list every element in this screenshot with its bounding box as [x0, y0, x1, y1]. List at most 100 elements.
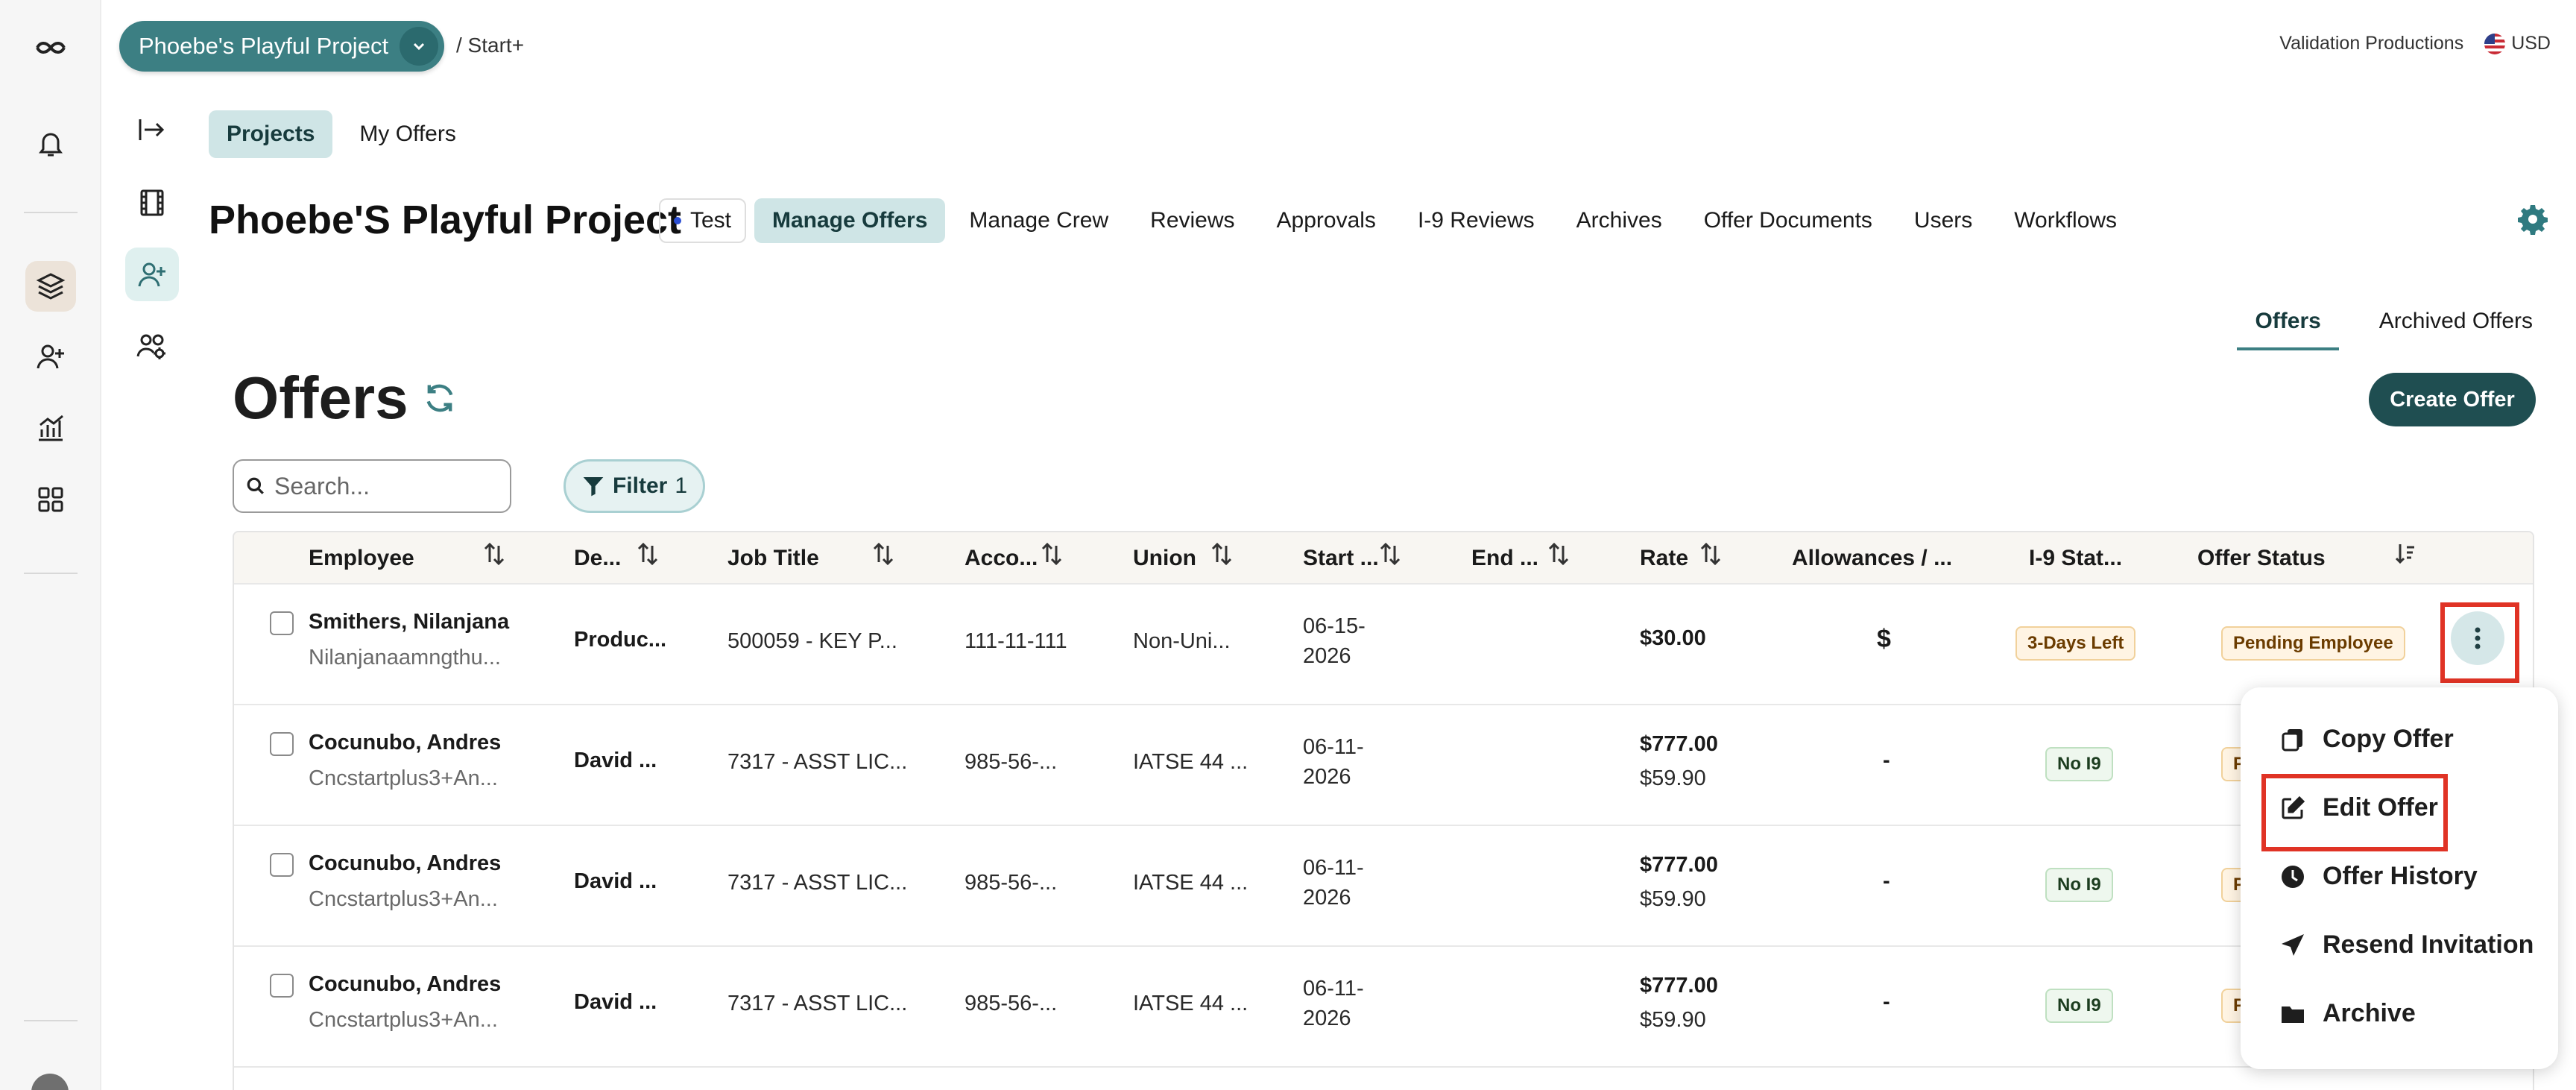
- layers-icon[interactable]: [25, 261, 76, 312]
- sort-icon[interactable]: [1547, 541, 1570, 567]
- menu-item-offer-history[interactable]: Offer History: [2279, 862, 2478, 891]
- nav-users[interactable]: Users: [1896, 198, 1990, 243]
- highlight-box: [2440, 602, 2519, 683]
- avatar[interactable]: [31, 1074, 69, 1090]
- allowance: -: [1883, 869, 1890, 893]
- start-year: 2026: [1303, 1006, 1351, 1030]
- row-checkbox[interactable]: [270, 732, 294, 756]
- rate: $777.00: [1640, 732, 1718, 756]
- project-selector[interactable]: Phoebe's Playful Project: [119, 21, 444, 72]
- allowance: -: [1883, 990, 1890, 1014]
- filter-count: 1: [675, 473, 688, 498]
- start-year: 2026: [1303, 886, 1351, 910]
- project-selector-label: Phoebe's Playful Project: [139, 33, 389, 59]
- employee-email: Cncstartplus3+An...: [309, 887, 498, 911]
- employee-name: Cocunubo, Andres: [309, 731, 502, 755]
- nav-i9-reviews[interactable]: I-9 Reviews: [1400, 198, 1553, 243]
- nav-reviews[interactable]: Reviews: [1132, 198, 1252, 243]
- department: David ...: [574, 990, 657, 1014]
- refresh-icon[interactable]: [422, 380, 458, 416]
- sort-descending-icon[interactable]: [2394, 541, 2416, 567]
- col-end[interactable]: End ...: [1471, 546, 1538, 571]
- col-account[interactable]: Acco...: [965, 546, 1038, 571]
- search-icon: [247, 477, 264, 494]
- col-i9-status[interactable]: I-9 Stat...: [2029, 546, 2122, 571]
- row-checkbox[interactable]: [270, 611, 294, 635]
- i9-status-badge: No I9: [2045, 747, 2113, 781]
- company-name[interactable]: Validation Productions: [2279, 33, 2463, 54]
- col-start[interactable]: Start ...: [1303, 546, 1379, 571]
- sort-icon[interactable]: [483, 541, 505, 567]
- rate-secondary: $59.90: [1640, 766, 1706, 790]
- nav-manage-crew[interactable]: Manage Crew: [951, 198, 1126, 243]
- project-title: Phoebe'S Playful Project: [209, 198, 682, 242]
- breadcrumb[interactable]: / Start+: [456, 34, 524, 57]
- tab-projects[interactable]: Projects: [209, 110, 333, 158]
- account: 985-56-...: [965, 992, 1058, 1015]
- sort-icon[interactable]: [1379, 541, 1401, 567]
- nav-approvals[interactable]: Approvals: [1259, 198, 1394, 243]
- add-user-icon[interactable]: [25, 331, 76, 382]
- col-employee[interactable]: Employee: [309, 546, 414, 571]
- nav-workflows[interactable]: Workflows: [1996, 198, 2135, 243]
- rate: $30.00: [1640, 626, 1706, 650]
- start-date: 06-11-: [1303, 735, 1364, 759]
- tab-archived-offers[interactable]: Archived Offers: [2361, 301, 2551, 350]
- employee-name: Cocunubo, Andres: [309, 851, 502, 875]
- col-rate[interactable]: Rate: [1640, 546, 1688, 571]
- top-tabs: Projects My Offers: [209, 110, 474, 158]
- menu-item-archive[interactable]: Archive: [2279, 999, 2416, 1028]
- menu-item-label: Archive: [2323, 999, 2416, 1027]
- table-row[interactable]: Smithers, Nilanjana Nilanjanaamngthu... …: [234, 585, 2533, 705]
- sort-icon[interactable]: [1210, 541, 1233, 567]
- union: IATSE 44 ...: [1133, 992, 1248, 1015]
- rail-divider: [24, 212, 78, 213]
- filter-button[interactable]: Filter 1: [564, 459, 705, 513]
- union: IATSE 44 ...: [1133, 750, 1248, 774]
- col-allowances[interactable]: Allowances / ...: [1792, 546, 1952, 571]
- row-checkbox[interactable]: [270, 853, 294, 877]
- sort-icon[interactable]: [637, 541, 659, 567]
- menu-item-resend-invitation[interactable]: Resend Invitation: [2279, 930, 2534, 960]
- allowance: $: [1877, 625, 1891, 653]
- environment-badge-label: Test: [690, 208, 732, 233]
- col-department[interactable]: De...: [574, 546, 621, 571]
- col-offer-status[interactable]: Offer Status: [2197, 546, 2326, 571]
- sort-icon[interactable]: [872, 541, 894, 567]
- col-job-title[interactable]: Job Title: [727, 546, 819, 571]
- table-row[interactable]: Cocunubo, Andres Cncstartplus3+An... Dav…: [234, 705, 2533, 826]
- collapse-sidebar-icon[interactable]: [125, 103, 179, 157]
- table-row[interactable]: Cocunubo, Andres Cncstartplus3+An... Dav…: [234, 947, 2533, 1068]
- search-input[interactable]: [274, 472, 498, 500]
- row-checkbox[interactable]: [270, 974, 294, 998]
- send-icon: [2282, 933, 2304, 956]
- tab-offers[interactable]: Offers: [2237, 301, 2339, 350]
- i9-status-badge: No I9: [2045, 868, 2113, 902]
- nav-manage-offers[interactable]: Manage Offers: [754, 198, 946, 243]
- sort-icon[interactable]: [1041, 541, 1063, 567]
- gear-icon[interactable]: [2516, 203, 2549, 236]
- table-header: Employee De... Job Title Acco... Union S…: [234, 532, 2533, 585]
- employee-email: Cncstartplus3+An...: [309, 1008, 498, 1032]
- menu-item-copy-offer[interactable]: Copy Offer: [2279, 725, 2454, 754]
- i9-status-badge: No I9: [2045, 989, 2113, 1023]
- nav-offer-documents[interactable]: Offer Documents: [1686, 198, 1890, 243]
- analytics-icon[interactable]: [25, 403, 76, 453]
- employee-name: Cocunubo, Andres: [309, 972, 502, 996]
- start-date: 06-11-: [1303, 856, 1364, 880]
- bell-icon[interactable]: [25, 118, 76, 168]
- add-crew-icon[interactable]: [125, 248, 179, 301]
- table-row[interactable]: Cocunubo, Andres Cncstartplus3+An... Dav…: [234, 826, 2533, 947]
- logo-icon[interactable]: [25, 21, 76, 72]
- nav-archives[interactable]: Archives: [1559, 198, 1680, 243]
- create-offer-button[interactable]: Create Offer: [2369, 373, 2536, 426]
- team-settings-icon[interactable]: [125, 319, 179, 373]
- search-box[interactable]: [233, 459, 511, 513]
- col-union[interactable]: Union: [1133, 546, 1196, 571]
- job-title: 7317 - ASST LIC...: [727, 871, 908, 895]
- sort-icon[interactable]: [1699, 541, 1722, 567]
- film-icon[interactable]: [125, 176, 179, 230]
- currency-selector[interactable]: USD: [2484, 33, 2551, 55]
- grid-apps-icon[interactable]: [25, 474, 76, 525]
- tab-my-offers[interactable]: My Offers: [341, 110, 473, 158]
